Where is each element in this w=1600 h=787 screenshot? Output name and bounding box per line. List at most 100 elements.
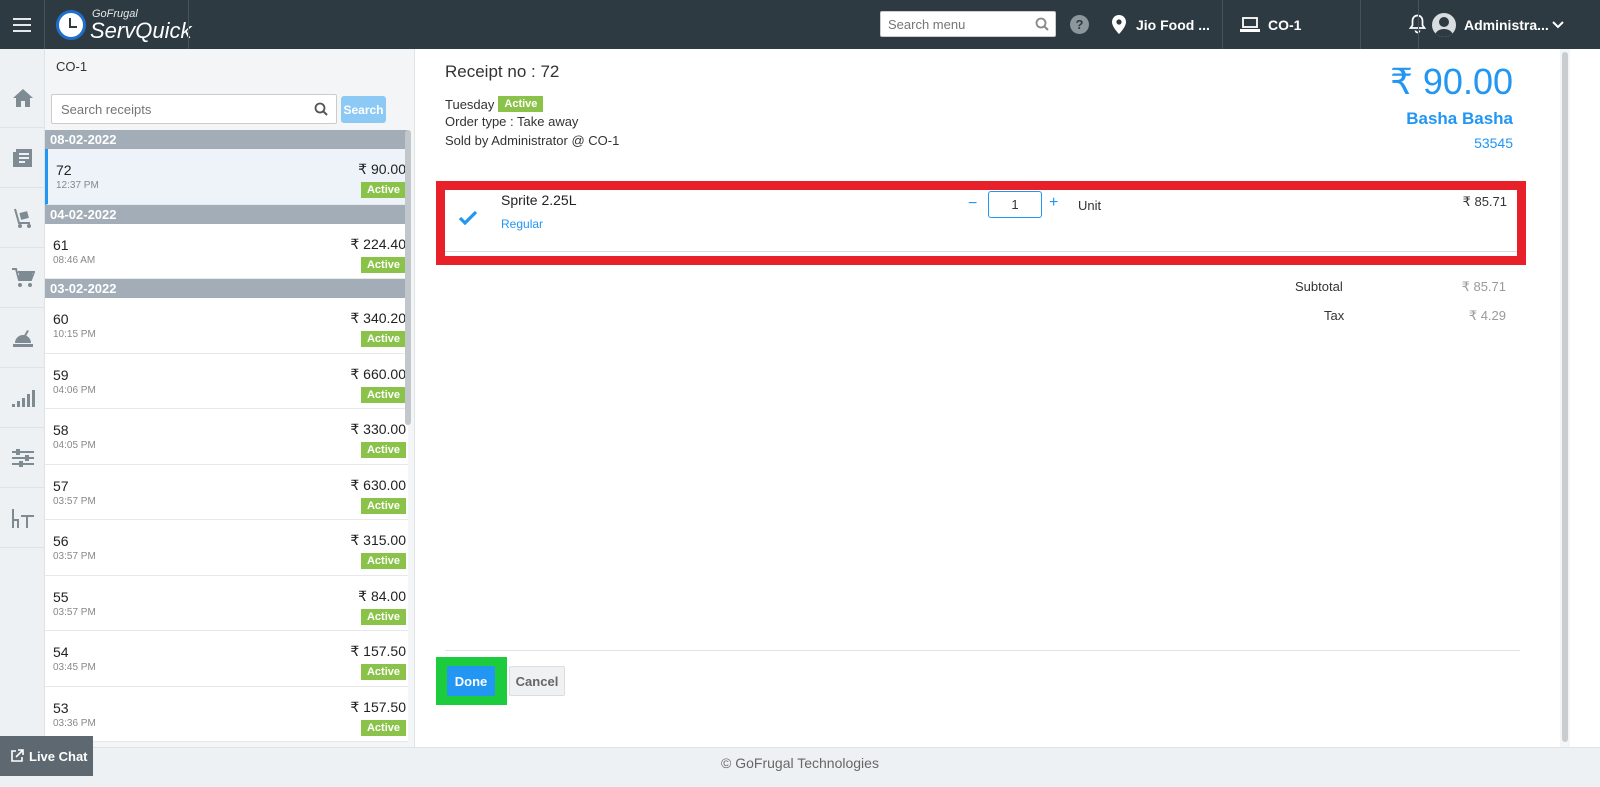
location-name: Jio Food ... [1136,16,1210,33]
checkmark-icon[interactable] [458,210,478,226]
location-selector[interactable]: Jio Food ... [1112,0,1210,49]
receipt-number: 72 [56,162,72,178]
nav-receipts[interactable] [0,129,45,188]
line-item: Sprite 2.25L Regular − + Unit ₹ 85.71 [445,190,1517,252]
decrease-quantity-button[interactable]: − [968,195,977,213]
status-badge: Active [360,553,406,569]
receipt-search-input[interactable] [52,95,302,123]
footer: © GoFrugal Technologies Live Chat [0,736,1600,787]
receipt-row-57[interactable]: 57 03:57 PM ₹ 630.00 Active [45,464,408,520]
receipt-time: 08:46 AM [53,254,96,266]
menu-toggle-button[interactable] [0,0,45,49]
trolley-icon [13,208,31,228]
sliders-icon [11,449,34,467]
help-icon[interactable]: ? [1070,15,1089,34]
receipt-title: Receipt no : 72 [445,62,560,81]
date-header: 08-02-2022 [45,130,408,149]
receipt-amount: ₹ 330.00 [350,421,406,437]
computer-icon [1240,16,1260,32]
divider [1360,0,1361,49]
status-badge: Active [498,96,544,112]
date-header: 04-02-2022 [45,204,408,224]
receipt-search-field[interactable] [51,94,337,124]
cart-icon [11,268,35,287]
item-variant[interactable]: Regular [501,217,543,231]
cancel-button[interactable]: Cancel [509,666,565,696]
page-scrollbar[interactable] [1562,52,1568,742]
receipt-time: 04:06 PM [53,384,96,396]
divider [1222,0,1223,49]
customer-name[interactable]: Basha Basha [1406,109,1513,129]
nav-tables[interactable] [0,489,45,548]
search-icon[interactable] [1035,17,1049,31]
receipt-row-56[interactable]: 56 03:57 PM ₹ 315.00 Active [45,520,408,576]
receipt-amount: ₹ 630.00 [350,476,406,493]
receipt-amount: ₹ 84.00 [358,587,406,604]
counter-name: CO-1 [1268,16,1302,33]
status-badge: Active [360,331,406,347]
clock-logo-icon [56,10,86,40]
receipt-number: 58 [53,422,69,438]
receipt-row-59[interactable]: 59 04:06 PM ₹ 660.00 Active [45,353,408,409]
receipt-row-61[interactable]: 61 08:46 AM ₹ 224.40 Active [45,223,408,279]
status-badge: Active [360,442,406,458]
receipt-number: 60 [53,311,69,327]
tax-label: Tax [1324,308,1345,323]
receipt-day: Tuesday Active [445,96,544,112]
receipt-number: 56 [53,533,69,549]
nav-home[interactable] [0,69,45,128]
counter-selector[interactable]: CO-1 [1240,0,1301,49]
search-icon[interactable] [314,102,328,116]
receipt-time: 04:05 PM [53,440,96,451]
copyright: © GoFrugal Technologies [721,755,879,771]
receipt-time: 12:37 PM [56,180,99,191]
brand-logo[interactable]: GoFrugal ServQuick [56,6,191,44]
search-menu-input[interactable] [881,12,1021,36]
receipt-row-58[interactable]: 58 04:05 PM ₹ 330.00 Active [45,409,408,465]
receipt-time: 03:36 PM [53,717,96,729]
nav-settings[interactable] [0,429,45,488]
receipt-number: 57 [53,477,69,494]
subtotal-value: ₹ 85.71 [1461,279,1506,294]
receipt-row-72[interactable]: 72 12:37 PM ₹ 90.00 Active [45,149,408,205]
nav-cart[interactable] [0,249,45,308]
receipt-list-scrollbar[interactable] [405,130,411,425]
item-name: Sprite 2.25L [501,192,577,208]
receipt-time: 03:45 PM [53,662,96,673]
receipt-amount: ₹ 224.40 [350,235,406,252]
chevron-down-icon [1552,20,1564,28]
live-chat-button[interactable]: Live Chat [0,736,93,776]
customer-id: 53545 [1474,135,1513,151]
receipt-amount: ₹ 157.50 [350,698,406,715]
receipt-amount: ₹ 660.00 [350,365,406,382]
receipt-row-53[interactable]: 53 03:36 PM ₹ 157.50 Active [45,686,408,742]
quantity-input[interactable] [988,191,1042,218]
top-bar: GoFrugal ServQuick ? Jio Food ... CO-1 A… [0,0,1600,49]
search-menu-field[interactable] [880,11,1056,37]
order-type: Order type : Take away [445,114,579,129]
receipt-time: 10:15 PM [53,329,96,340]
tax-value: ₹ 4.29 [1468,308,1506,323]
search-button[interactable]: Search [341,96,386,123]
receipt-total: ₹ 90.00 [1390,61,1513,102]
brand-name: ServQuick [90,17,192,43]
panel-title: CO-1 [56,59,88,74]
receipt-row-60[interactable]: 60 10:15 PM ₹ 340.20 Active [45,298,408,354]
increase-quantity-button[interactable]: + [1049,194,1058,212]
signal-bars-icon [11,390,35,407]
nav-kitchen[interactable] [0,309,45,368]
nav-delivery[interactable] [0,189,45,248]
receipt-list: 08-02-2022 72 12:37 PM ₹ 90.00 Active 04… [45,130,412,747]
divider [445,650,1520,651]
item-highlight: Sprite 2.25L Regular − + Unit ₹ 85.71 [436,181,1526,265]
user-menu[interactable]: Administra... [1432,0,1564,49]
external-link-icon [11,749,24,762]
status-badge: Active [360,182,406,198]
receipt-time: 03:57 PM [53,606,96,618]
receipt-row-55[interactable]: 55 03:57 PM ₹ 84.00 Active [45,575,408,631]
receipt-row-54[interactable]: 54 03:45 PM ₹ 157.50 Active [45,631,408,687]
done-button[interactable]: Done [447,666,495,696]
done-highlight: Done [436,657,507,705]
receipt-time: 03:57 PM [53,495,96,507]
nav-reports[interactable] [0,369,45,428]
